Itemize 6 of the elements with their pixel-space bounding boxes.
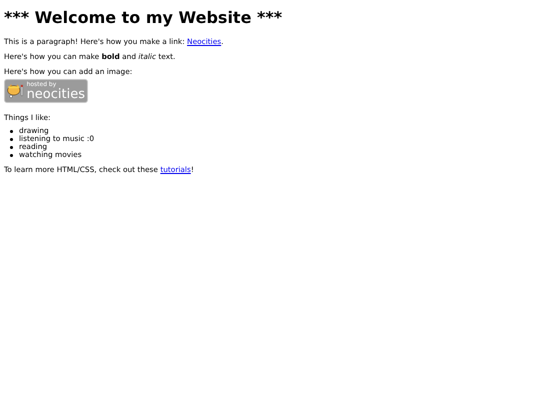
bullet-icon <box>10 146 13 148</box>
bullet-icon <box>10 138 13 140</box>
bullet-icon <box>10 130 13 132</box>
page-heading: *** Welcome to my Website *** <box>4 9 284 27</box>
bullet-icon <box>10 154 13 156</box>
badge-logo-text: neocities <box>26 88 85 100</box>
